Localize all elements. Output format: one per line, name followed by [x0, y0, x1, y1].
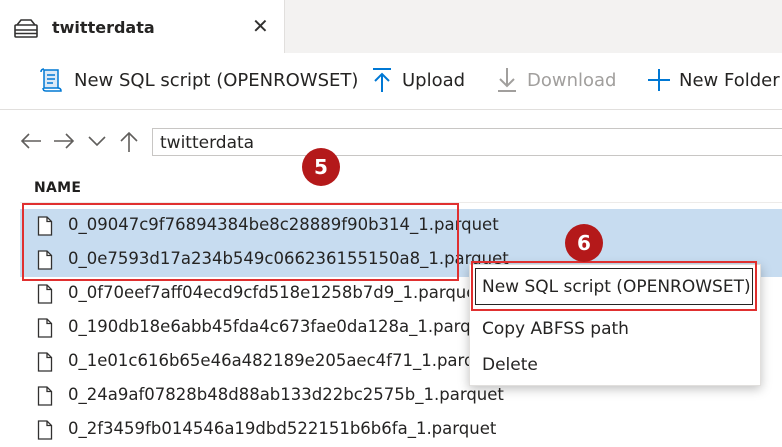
plus-icon: [646, 66, 672, 98]
file-name: 0_2f3459fb014546a19dbd522151b6b6fa_1.par…: [68, 419, 497, 438]
file-icon: [37, 318, 53, 342]
path-text: twitterdata: [160, 133, 255, 153]
chevron-down-icon[interactable]: [86, 131, 108, 155]
callout-highlight-5: [22, 203, 459, 281]
new-sql-script-button[interactable]: New SQL script (OPENROWSET): [74, 70, 358, 91]
back-arrow-icon[interactable]: [19, 131, 43, 155]
file-name: 0_1e01c616b65e46a482189e205aec4f71_1.par…: [68, 351, 502, 370]
download-icon: [495, 66, 519, 98]
toolbar: New SQL script (OPENROWSET) Upload Downl…: [0, 53, 782, 110]
file-icon: [37, 420, 53, 444]
upload-button[interactable]: Upload: [402, 70, 465, 91]
sql-script-icon: [38, 66, 66, 98]
column-header-name[interactable]: NAME: [34, 180, 81, 196]
step-badge-6: 6: [565, 224, 603, 262]
upload-icon: [370, 66, 394, 98]
file-icon: [37, 386, 53, 410]
file-name: 0_24a9af07828b48d88ab133d22bc2575b_1.par…: [68, 385, 504, 404]
storage-container-icon: [14, 19, 38, 43]
menu-item-delete[interactable]: Delete: [482, 355, 538, 375]
step-badge-5: 5: [302, 148, 340, 186]
forward-arrow-icon[interactable]: [52, 131, 76, 155]
close-icon[interactable]: ✕: [252, 16, 269, 36]
download-button[interactable]: Download: [527, 70, 616, 91]
up-arrow-icon[interactable]: [118, 131, 140, 157]
file-icon: [37, 284, 53, 308]
file-name: 0_190db18e6abb45fda4c673fae0da128a_1.par…: [68, 317, 498, 336]
menu-item-copy-abfss-path[interactable]: Copy ABFSS path: [482, 319, 629, 339]
new-folder-button[interactable]: New Folder: [679, 70, 780, 91]
callout-highlight-6: [471, 261, 757, 311]
file-name: 0_0f70eef7aff04ecd9cfd518e1258b7d9_1.par…: [68, 283, 483, 302]
tab-title: twitterdata: [52, 18, 155, 37]
file-icon: [37, 352, 53, 376]
